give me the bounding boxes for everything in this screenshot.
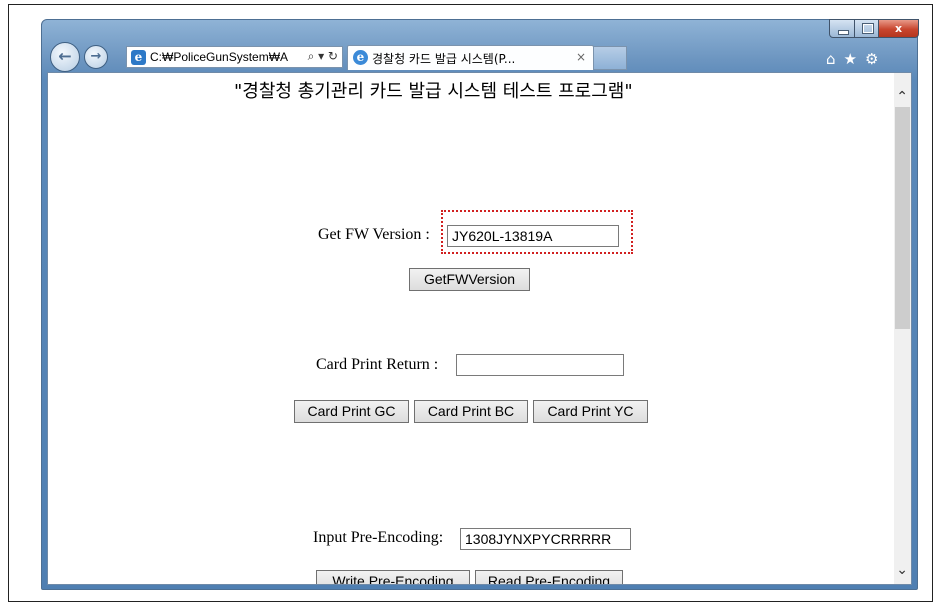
write-pre-encoding-button[interactable]: Write Pre-Encoding — [316, 570, 470, 584]
read-pre-encoding-button[interactable]: Read Pre-Encoding — [475, 570, 623, 584]
figure-frame: x ← → e C:₩PoliceGunSystem₩A ⌕ ▾ ↻ e 경찰청… — [8, 4, 933, 602]
tab-close-icon[interactable]: × — [576, 50, 586, 64]
forward-button[interactable]: → — [84, 45, 108, 69]
address-text: C:₩PoliceGunSystem₩A — [150, 50, 289, 64]
back-arrow-icon: ← — [58, 46, 72, 66]
card-print-gc-button[interactable]: Card Print GC — [294, 400, 409, 423]
card-print-yc-button[interactable]: Card Print YC — [533, 400, 648, 423]
search-refresh-icons[interactable]: ⌕ ▾ ↻ — [308, 49, 338, 64]
scroll-up-icon[interactable]: ⌃ — [896, 89, 908, 105]
scroll-down-icon[interactable]: ⌄ — [896, 562, 908, 578]
ie-page-icon: e — [131, 50, 146, 65]
page-title: "경찰청 총기관리 카드 발급 시스템 테스트 프로그램" — [234, 81, 633, 102]
page-content: "경찰청 총기관리 카드 발급 시스템 테스트 프로그램" Get FW Ver… — [47, 72, 912, 585]
card-print-return-input[interactable] — [456, 354, 624, 376]
close-icon: x — [894, 22, 903, 35]
scroll-thumb[interactable] — [895, 107, 910, 329]
maximize-icon — [862, 23, 874, 34]
back-button[interactable]: ← — [50, 42, 80, 72]
tab-active[interactable]: e 경찰청 카드 발급 시스템(P... × — [347, 45, 594, 70]
card-print-bc-button[interactable]: Card Print BC — [414, 400, 528, 423]
close-window-button[interactable]: x — [878, 19, 919, 38]
forward-arrow-icon: → — [90, 48, 102, 64]
address-bar[interactable]: e C:₩PoliceGunSystem₩A ⌕ ▾ ↻ — [126, 46, 343, 68]
get-fw-version-button[interactable]: GetFWVersion — [409, 268, 530, 291]
fw-version-label: Get FW Version : — [318, 226, 430, 243]
browser-window: x ← → e C:₩PoliceGunSystem₩A ⌕ ▾ ↻ e 경찰청… — [41, 19, 919, 590]
tab-title: 경찰청 카드 발급 시스템(P... — [372, 52, 516, 66]
minimize-button[interactable] — [829, 19, 855, 38]
vertical-scrollbar[interactable]: ⌃ ⌄ — [894, 73, 911, 584]
card-print-return-label: Card Print Return : — [316, 356, 439, 373]
pre-encoding-label: Input Pre-Encoding: — [313, 529, 444, 546]
ie-tab-icon: e — [353, 50, 368, 65]
new-tab-button[interactable] — [594, 46, 627, 70]
pre-encoding-input[interactable]: 1308JYNXPYCRRRRR — [460, 528, 631, 550]
maximize-button[interactable] — [854, 19, 879, 38]
home-favorites-tools-icons[interactable]: ⌂★⚙ — [826, 50, 886, 68]
highlight-box — [441, 210, 633, 254]
minimize-icon — [838, 30, 849, 35]
